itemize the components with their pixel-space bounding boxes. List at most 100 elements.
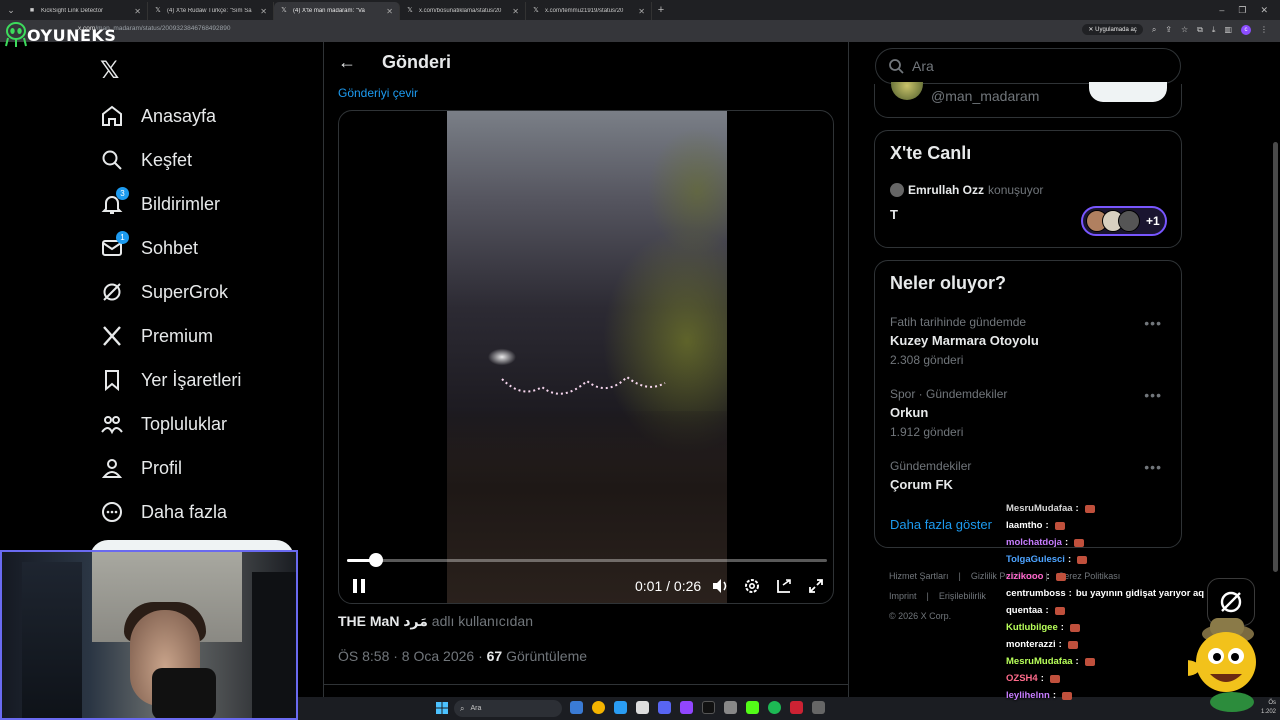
kick-icon[interactable] — [746, 701, 759, 714]
chat-message: centrumboss: bu yayının gidişat yarıyor a… — [1006, 588, 1205, 599]
chat-emote-icon — [1084, 504, 1095, 513]
sidebar-item-bildirimler[interactable]: 3 Bildirimler — [100, 182, 241, 226]
app-icon[interactable] — [636, 701, 649, 714]
trend-item[interactable]: Fatih tarihinde gündemde Kuzey Marmara Ot… — [890, 315, 1170, 367]
close-tab-icon[interactable]: ✕ — [260, 7, 267, 16]
edge-icon[interactable] — [570, 701, 583, 714]
trend-item[interactable]: Spor · Gündemdekiler Orkun 1.912 gönderi ••… — [890, 387, 1170, 439]
close-tab-icon[interactable]: ✕ — [134, 7, 141, 16]
sidebar-item-sohbet[interactable]: 1 Sohbet — [100, 226, 241, 270]
windows-start-icon[interactable] — [436, 702, 448, 714]
discord-icon[interactable] — [658, 701, 671, 714]
follow-button[interactable] — [1089, 82, 1167, 102]
back-arrow-icon[interactable]: ← — [338, 52, 356, 73]
sidebar-icon[interactable]: ▥ — [1224, 25, 1232, 34]
bookmark-star-icon[interactable]: ☆ — [1181, 25, 1188, 34]
sidebar-item-profil[interactable]: Profil — [100, 446, 241, 490]
footer-link[interactable]: Hizmet Şartları — [889, 571, 949, 581]
post-timestamp[interactable]: ÖS 8:58 · 8 Oca 2026 · — [338, 648, 487, 664]
sidebar-item-yer-i̇şaretleri[interactable]: Yer İşaretleri — [100, 358, 241, 402]
fullscreen-icon[interactable] — [807, 577, 825, 595]
settings-gear-icon[interactable] — [743, 577, 761, 595]
user-handle[interactable]: @man_madaram — [931, 88, 1039, 104]
video-scrubber-handle[interactable] — [368, 553, 383, 567]
taskbar-search[interactable]: ⌕ Ara — [454, 700, 562, 717]
sidebar-item-premium[interactable]: Premium — [100, 314, 241, 358]
more-options-icon[interactable]: ••• — [1144, 459, 1162, 475]
open-in-app-button[interactable]: ✕ Uygulamada aç — [1082, 24, 1143, 35]
browser-tab[interactable]: 𝕏 (4) X'te man madaram: "Va ✕ — [274, 2, 400, 20]
twitch-icon[interactable] — [680, 701, 693, 714]
page-scrollbar[interactable] — [1272, 42, 1280, 697]
footer-link[interactable]: Imprint — [889, 591, 917, 601]
mail-icon: 1 — [100, 231, 129, 260]
more-options-icon[interactable]: ••• — [1144, 315, 1162, 331]
close-tab-icon[interactable]: ✕ — [386, 7, 393, 16]
x-icon[interactable] — [702, 701, 715, 714]
footer-link[interactable]: Erişilebilirlik — [939, 591, 986, 601]
live-topic[interactable]: T — [890, 207, 898, 222]
more-options-icon[interactable]: ••• — [1144, 387, 1162, 403]
pause-icon[interactable] — [351, 577, 367, 595]
chat-emote-icon — [1062, 691, 1072, 700]
sidebar-item-daha-fazla[interactable]: Daha fazla — [100, 490, 241, 534]
browser-menu-icon[interactable]: ⋮ — [1260, 25, 1268, 34]
close-tab-icon[interactable]: ✕ — [638, 7, 645, 16]
translate-post-link[interactable]: Gönderiyi çevir — [338, 86, 418, 100]
sidebar-item-topluluklar[interactable]: Topluluklar — [100, 402, 241, 446]
show-more-link[interactable]: Daha fazla göster — [890, 517, 992, 532]
folder-icon[interactable] — [724, 701, 737, 714]
video-time: 0:01 / 0:26 — [635, 578, 702, 594]
app-icon[interactable] — [790, 701, 803, 714]
author-name[interactable]: THE MaN مَرد — [338, 613, 428, 629]
tab-search-icon[interactable]: ⌄ — [0, 0, 22, 20]
download-icon[interactable]: ⤓ — [1212, 25, 1216, 35]
spotify-icon[interactable] — [768, 701, 781, 714]
profile-avatar[interactable]: c — [1241, 24, 1251, 35]
share-icon[interactable]: ⇪ — [1165, 25, 1172, 34]
close-window-icon[interactable]: ✕ — [1260, 5, 1268, 16]
minimize-icon[interactable]: – — [1219, 5, 1224, 16]
browser-tab[interactable]: 𝕏x.com/temmuz1919/status/20 ✕ — [526, 2, 652, 20]
zoom-icon[interactable]: ⌕ — [1152, 25, 1156, 35]
browser-tab[interactable]: 𝕏x.com/bosunatiklama/status/20 ✕ — [400, 2, 526, 20]
trend-item[interactable]: Gündemdekiler Çorum FK ••• — [890, 459, 1170, 492]
chat-message: quentaa: — [1006, 602, 1206, 619]
volume-icon[interactable] — [711, 577, 729, 595]
scrollbar-thumb[interactable] — [1273, 142, 1278, 572]
trend-name: Kuzey Marmara Otoyolu — [890, 333, 1039, 348]
chat-text: bu yayının gidişat yarıyor aq — [1075, 588, 1205, 599]
sidebar-item-label: SuperGrok — [141, 281, 229, 302]
sidebar-item-supergrok[interactable]: SuperGrok — [100, 270, 241, 314]
restore-icon[interactable]: ❐ — [1238, 5, 1246, 16]
chrome-icon[interactable] — [592, 701, 605, 714]
page-title: Gönderi — [382, 52, 452, 72]
video-player[interactable]: 0:01 / 0:26 — [338, 110, 834, 604]
trend-context: Spor · Gündemdekiler — [890, 387, 1008, 401]
chat-username: MesruMudafaa — [1006, 503, 1073, 514]
picture-in-picture-icon[interactable] — [775, 577, 793, 595]
search-icon: ⌕ — [460, 703, 465, 713]
post-header: ← Gönderi — [338, 52, 451, 73]
crowd — [447, 411, 727, 603]
new-tab-button[interactable]: + — [652, 4, 670, 16]
browser-tab[interactable]: ■ KickSight Link Detector ✕ — [22, 2, 148, 20]
kick-icon: ■ — [29, 7, 35, 14]
close-tab-icon[interactable]: ✕ — [512, 7, 519, 16]
search-input[interactable] — [912, 58, 1152, 74]
sidebar-item-keşfet[interactable]: Keşfet — [100, 138, 241, 182]
avatar — [890, 183, 904, 197]
x-logo-icon[interactable]: 𝕏 — [100, 56, 119, 85]
extensions-icon[interactable]: ⧉ — [1197, 25, 1203, 35]
avatar[interactable] — [891, 82, 923, 100]
address-bar: x.com/man_madaram/status/200932384676849… — [0, 20, 1280, 42]
video-progress-bar[interactable] — [347, 553, 827, 567]
browser-icon[interactable] — [614, 701, 627, 714]
sidebar-item-anasayfa[interactable]: Anasayfa — [100, 94, 241, 138]
live-listeners[interactable]: +1 — [1081, 206, 1167, 236]
browser-tab[interactable]: 𝕏 (4) X'te Rudaw Türkçe: "Sım Sa ✕ — [148, 2, 274, 20]
taskbar-clock[interactable]: Ös 1.202 — [1261, 699, 1276, 717]
live-host[interactable]: Emrullah Ozz konuşuyor — [890, 183, 1043, 197]
app-icon[interactable] — [812, 701, 825, 714]
search-box[interactable] — [875, 48, 1181, 84]
